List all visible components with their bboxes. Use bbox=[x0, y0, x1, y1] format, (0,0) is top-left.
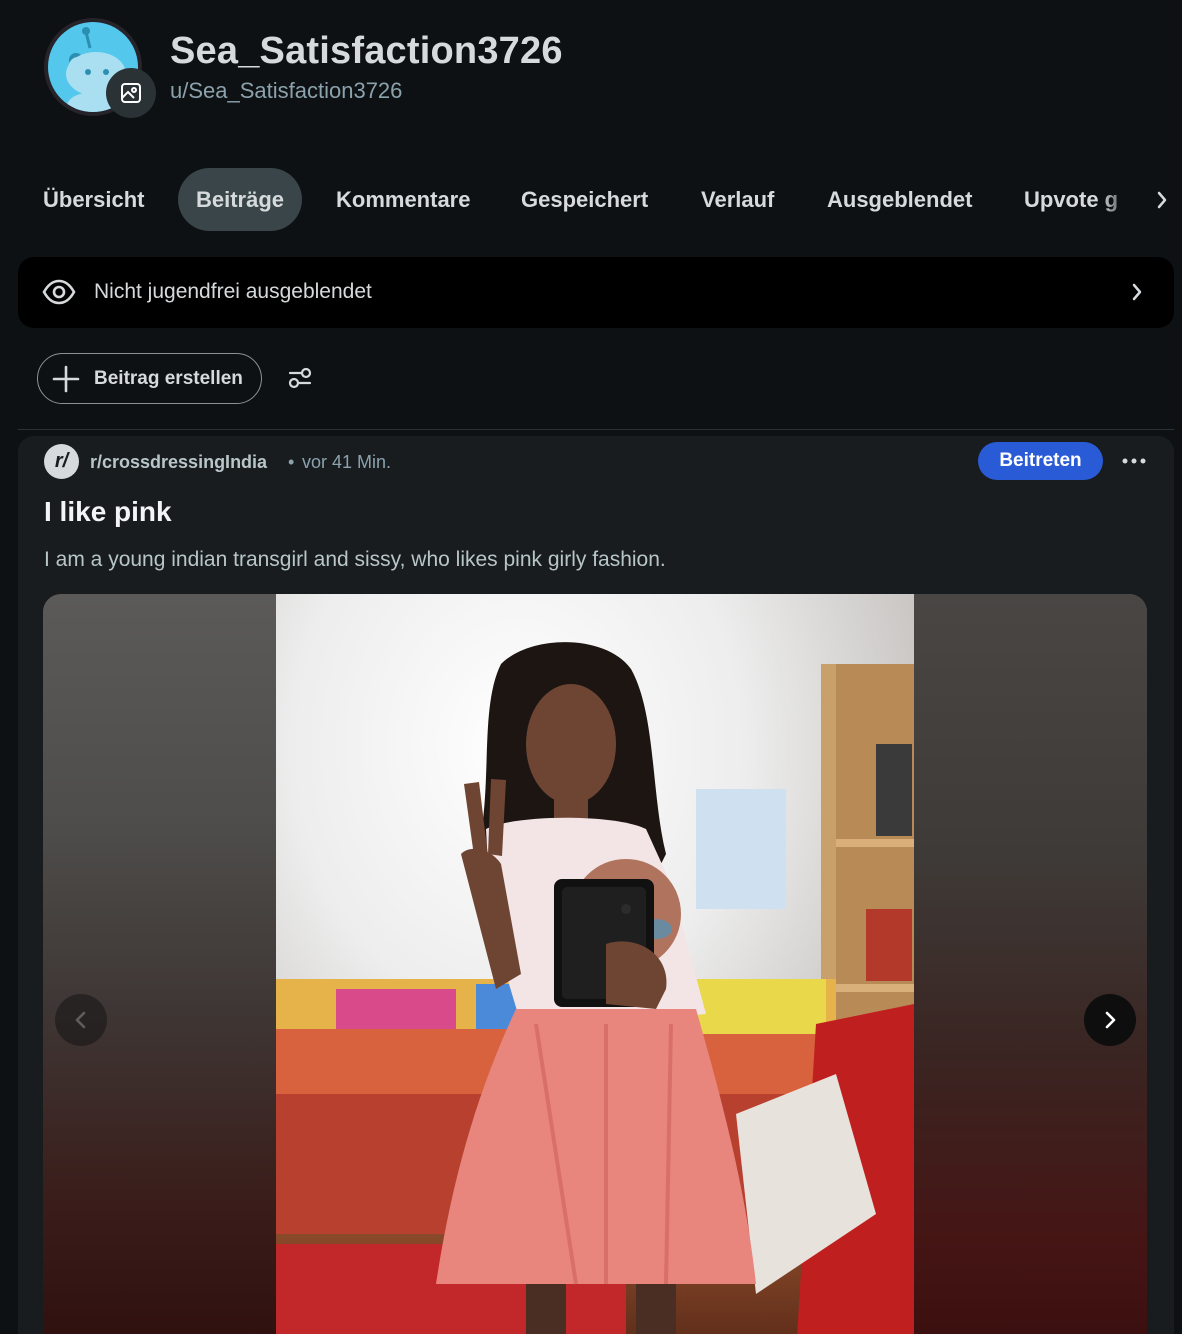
profile-tabs: Übersicht Beiträge Kommentare Gespeicher… bbox=[20, 168, 1182, 232]
post-card[interactable]: r/ r/crossdressingIndia • vor 41 Min. Be… bbox=[18, 436, 1174, 1334]
avatar-container bbox=[44, 18, 156, 118]
meta-separator: • bbox=[288, 452, 295, 472]
join-button[interactable]: Beitreten bbox=[978, 442, 1103, 480]
subreddit-name[interactable]: r/crossdressingIndia bbox=[90, 452, 267, 473]
post-title[interactable]: I like pink bbox=[44, 496, 172, 528]
create-post-button[interactable]: Beitrag erstellen bbox=[37, 353, 262, 404]
plus-icon bbox=[52, 365, 80, 398]
tab-history[interactable]: Verlauf bbox=[683, 168, 792, 231]
tab-posts[interactable]: Beiträge bbox=[178, 168, 303, 231]
post-media-gallery[interactable] bbox=[43, 594, 1147, 1334]
tab-saved[interactable]: Gespeichert bbox=[503, 168, 666, 231]
media-blur-background-right bbox=[914, 594, 1147, 1334]
post-image[interactable] bbox=[276, 594, 914, 1334]
chevron-right-icon bbox=[1124, 279, 1150, 310]
profile-username: u/Sea_Satisfaction3726 bbox=[170, 78, 403, 103]
chevron-right-icon[interactable] bbox=[1148, 186, 1176, 214]
profile-display-name: Sea_Satisfaction3726 bbox=[170, 30, 563, 72]
tab-overview[interactable]: Übersicht bbox=[25, 168, 162, 231]
chevron-left-icon bbox=[75, 1011, 86, 1029]
profile-page: Sea_Satisfaction3726 u/Sea_Satisfaction3… bbox=[0, 0, 1182, 1334]
gallery-prev-button[interactable] bbox=[55, 994, 107, 1046]
post-body: I am a young indian transgirl and sissy,… bbox=[44, 548, 666, 571]
nsfw-hidden-bar[interactable]: Nicht jugendfrei ausgeblendet bbox=[18, 257, 1174, 328]
image-edit-icon[interactable] bbox=[106, 68, 156, 118]
gallery-next-button[interactable] bbox=[1084, 994, 1136, 1046]
tab-comments[interactable]: Kommentare bbox=[318, 168, 488, 231]
subreddit-icon[interactable]: r/ bbox=[44, 444, 79, 479]
tab-hidden[interactable]: Ausgeblendet bbox=[809, 168, 990, 231]
chevron-right-icon bbox=[1105, 1011, 1116, 1029]
divider bbox=[18, 429, 1174, 430]
filter-sort-icon[interactable] bbox=[286, 364, 314, 397]
eye-icon bbox=[42, 277, 76, 312]
nsfw-hidden-label: Nicht jugendfrei ausgeblendet bbox=[94, 280, 372, 303]
create-post-label: Beitrag erstellen bbox=[94, 368, 243, 389]
more-options-icon[interactable] bbox=[1120, 447, 1148, 475]
post-time: vor 41 Min. bbox=[302, 452, 392, 472]
